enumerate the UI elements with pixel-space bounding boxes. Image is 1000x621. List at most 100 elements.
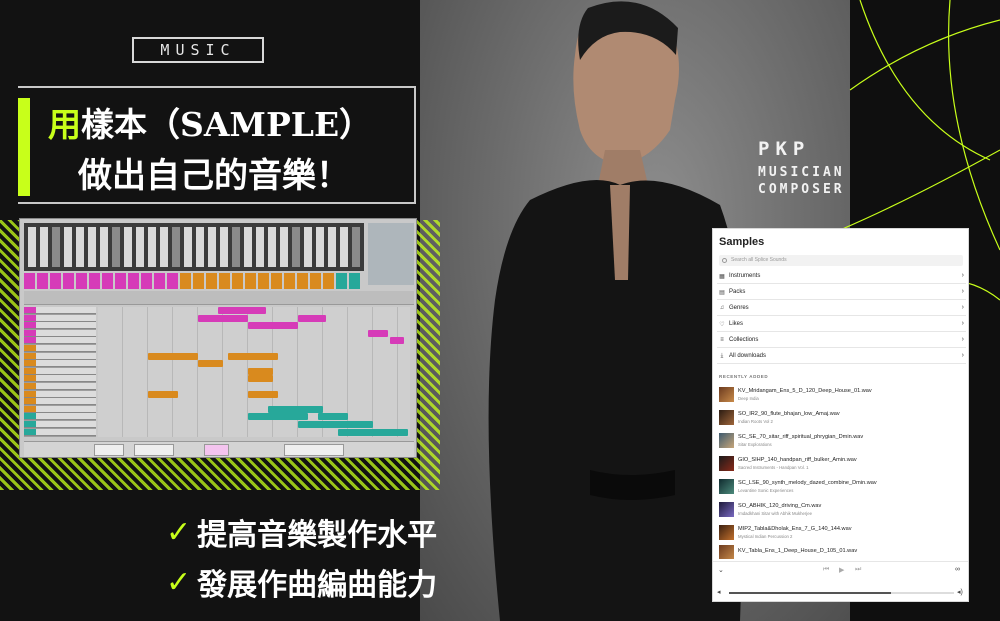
nav-item-label: Likes xyxy=(729,321,744,327)
sample-pack: Levantine Sonic Experiences xyxy=(738,487,794,493)
check-icon: ✓ xyxy=(166,564,192,600)
channel-color-strip xyxy=(63,273,74,281)
channel-color-strip xyxy=(245,281,256,289)
mixer-channel xyxy=(28,227,36,267)
channel-color-strip xyxy=(284,273,295,281)
pack-artwork xyxy=(719,478,734,494)
channel-color-strip xyxy=(50,273,61,281)
channel-color-strip xyxy=(128,281,139,289)
arrange-clip xyxy=(248,413,308,421)
channel-color-strip xyxy=(336,273,347,281)
mixer-channel xyxy=(136,227,144,267)
mixer-channel xyxy=(112,227,120,267)
chevron-right-icon: › xyxy=(961,336,964,343)
track-header xyxy=(24,322,96,330)
playback-progress-fill xyxy=(729,592,891,594)
samples-panel: Samples Search all Splice Sounds ▦ Instr… xyxy=(712,228,969,602)
track-header xyxy=(24,398,96,406)
nav-item-all-downloads[interactable]: ⤓ All downloads › xyxy=(717,349,966,364)
nav-item-label: Genres xyxy=(729,305,749,311)
chevron-right-icon: › xyxy=(961,288,964,295)
channel-color-strip xyxy=(102,281,113,289)
channel-color-strip xyxy=(258,273,269,281)
nav-item-genres[interactable]: ♫ Genres › xyxy=(717,301,966,316)
track-header xyxy=(24,360,96,368)
arrange-clip xyxy=(390,337,404,345)
nav-item-collections[interactable]: ≡ Collections › xyxy=(717,333,966,348)
recently-added-heading: RECENTLY ADDED xyxy=(719,374,769,379)
mixer-channel xyxy=(292,227,300,267)
mixer-channel xyxy=(40,227,48,267)
arrange-clip xyxy=(248,375,273,383)
mixer-channel xyxy=(76,227,84,267)
mixer-channel xyxy=(184,227,192,267)
arrange-clip xyxy=(248,390,278,398)
brand-role-1: MUSICIAN xyxy=(758,165,845,180)
chevron-right-icon: › xyxy=(961,352,964,359)
chevron-right-icon: › xyxy=(961,272,964,279)
tempo-display xyxy=(94,444,124,456)
channel-color-strip xyxy=(102,273,113,281)
sample-row[interactable]: SC_LSE_90_synth_melody_dazed_combine_Dmi… xyxy=(719,476,963,496)
channel-color-strip xyxy=(37,281,48,289)
speaker-icon[interactable]: ◂) xyxy=(957,588,963,596)
volume-icon[interactable]: ◂ xyxy=(717,588,721,596)
channel-color-strip xyxy=(167,273,178,281)
play-icon[interactable]: ▶ xyxy=(839,566,844,574)
arrange-clip xyxy=(248,367,273,375)
mixer-channel xyxy=(220,227,228,267)
channel-color-strip xyxy=(310,273,321,281)
track-header xyxy=(24,314,96,322)
nav-item-instruments[interactable]: ▦ Instruments › xyxy=(717,269,966,284)
music-badge: MUSIC xyxy=(132,37,264,63)
packs-icon: ▤ xyxy=(719,289,725,296)
arrange-clip xyxy=(198,314,248,322)
sample-name: GIO_SIHP_140_handpan_riff_bulker_Amin.wa… xyxy=(738,456,857,463)
loop-icon[interactable]: ∞ xyxy=(955,566,960,573)
check-item-2: ✓ 發展作曲編曲能力 xyxy=(166,560,437,604)
sample-row[interactable]: MIP2_Tabla&Dholak_Ens_7_G_140_144.wav Mys… xyxy=(719,522,963,542)
sample-row[interactable]: GIO_SIHP_140_handpan_riff_bulker_Amin.wa… xyxy=(719,453,963,473)
channel-color-strip xyxy=(193,281,204,289)
pack-artwork xyxy=(719,545,734,559)
search-input[interactable]: Search all Splice Sounds xyxy=(719,255,963,266)
mixer-channel xyxy=(340,227,348,267)
channel-color-strip xyxy=(258,281,269,289)
sample-pack: Sitar Explorations xyxy=(738,441,772,447)
channel-color-strip xyxy=(24,281,35,289)
chevron-down-icon[interactable]: ⌄ xyxy=(718,566,724,574)
headline-accent-char: 用 xyxy=(48,105,81,144)
nav-item-likes[interactable]: ♡ Likes › xyxy=(717,317,966,332)
channel-color-strip xyxy=(323,273,334,281)
mixer-channel xyxy=(244,227,252,267)
channel-color-strip xyxy=(219,273,230,281)
brand-block: PKP MUSICIAN COMPOSER xyxy=(758,138,845,198)
playback-progress[interactable] xyxy=(729,592,954,594)
instruments-icon: ▦ xyxy=(719,273,725,280)
sample-name: KV_Mridangam_Ens_5_D_120_Deep_House_01.w… xyxy=(738,387,872,394)
channel-color-strip xyxy=(284,281,295,289)
sample-row[interactable]: SO_IR2_90_flute_bhajan_low_Amaj.wav India… xyxy=(719,407,963,427)
channel-color-strip xyxy=(271,273,282,281)
channel-color-strip xyxy=(115,273,126,281)
sample-row[interactable]: SC_SE_70_sitar_riff_spiritual_phrygian_D… xyxy=(719,430,963,450)
collections-icon: ≡ xyxy=(720,337,724,343)
sample-row[interactable]: KV_Tabla_Ens_1_Deep_House_D_105_01.wav xyxy=(719,545,963,559)
channel-color-strip xyxy=(180,273,191,281)
nav-item-label: All downloads xyxy=(729,353,767,359)
downloads-icon: ⤓ xyxy=(720,352,724,359)
mixer-channel xyxy=(64,227,72,267)
brand-role-2: COMPOSER xyxy=(758,182,845,197)
sample-pack: Mystical Indian Percussion 2 xyxy=(738,533,793,539)
heart-icon: ♡ xyxy=(719,321,725,328)
nav-item-packs[interactable]: ▤ Packs › xyxy=(717,285,966,300)
mixer-channel xyxy=(280,227,288,267)
previous-icon[interactable]: ⏮ xyxy=(823,566,829,574)
sample-row[interactable]: SO_ABHIK_120_driving_Cm.wav Imdadkhani Si… xyxy=(719,499,963,519)
arrange-clip xyxy=(228,352,278,360)
channel-color-strip xyxy=(349,273,360,281)
sample-row[interactable]: KV_Mridangam_Ens_5_D_120_Deep_House_01.w… xyxy=(719,384,963,404)
sample-pack: Imdadkhani Sitar with Abhik Mukherjee xyxy=(738,510,813,516)
next-icon[interactable]: ⏭ xyxy=(855,566,861,574)
arrange-clip xyxy=(298,421,373,428)
